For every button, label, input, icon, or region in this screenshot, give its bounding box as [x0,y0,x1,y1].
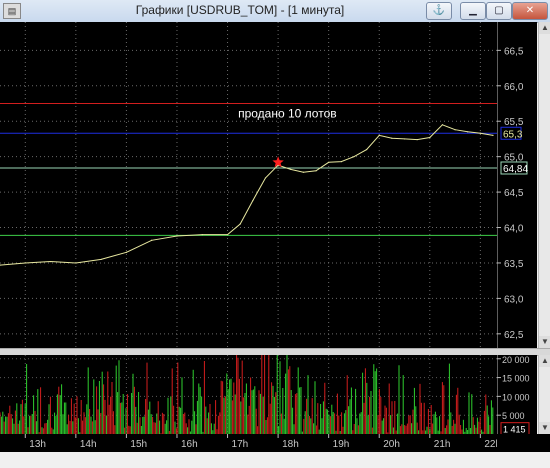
price-point [201,234,203,236]
time-tick-label: 18h [282,439,299,450]
price-point [239,223,241,225]
minimize-icon: ▁ [469,5,477,16]
minimize-button[interactable]: ▁ [460,2,486,20]
price-point [49,260,52,263]
volume-tick-label: 20 000 [502,355,530,365]
volume-tick-label: 5 000 [502,411,525,421]
time-tick-label: 17h [232,439,249,450]
level-price-label: 64,84 [503,164,528,175]
bottom-strip [0,452,550,468]
time-tick-label: 14h [80,439,97,450]
volume-chart[interactable] [0,355,497,434]
volume-scrollbar[interactable]: ▲ ▼ [538,355,550,434]
time-tick-label: 16h [181,439,198,450]
scroll-up-arrow[interactable]: ▲ [539,22,550,34]
price-tick-label: 63,0 [504,294,524,305]
price-tick-label: 64,5 [504,188,524,199]
price-point [302,171,304,173]
price-point [75,262,77,264]
time-tick-label: 20h [383,439,400,450]
time-tick-label: 15h [130,439,147,450]
volume-tick-label: 15 000 [502,374,530,384]
volume-chart-panel[interactable] [0,355,497,434]
price-point [492,134,494,136]
price-point [391,137,393,139]
anchor-icon: ⚓ [432,5,446,16]
time-axis: 13h 14h 15h 16h 17h 18h 19h 20h 21h 22h [24,434,501,450]
price-point [125,251,128,253]
price-point [429,136,431,139]
volume-axis-panel: 20 000 15 000 10 000 5 000 1 415 [496,355,537,436]
window-title: Графики [USDRUB_TOM] - [1 минута] [135,3,345,17]
price-tick-label: 66,0 [504,82,524,93]
price-point [151,239,153,241]
price-tick-label: 65,5 [504,117,524,128]
time-tick-label: 22h [484,439,497,450]
scroll-down-arrow[interactable]: ▼ [539,336,550,348]
close-icon: ✕ [525,5,535,16]
price-tick-label: 64,0 [504,224,524,235]
volume-axis: 20 000 15 000 10 000 5 000 1 415 [496,355,530,436]
price-point [479,132,481,134]
title-bar[interactable]: ▤ Графики [USDRUB_TOM] - [1 минута] ⚓ ▁ … [0,0,550,23]
axis-corner [497,434,550,452]
price-point [100,258,102,261]
price-tick-label: 63,5 [504,259,524,270]
price-point [416,139,418,141]
time-axis-panel: 13h 14h 15h 16h 17h 18h 19h 20h 21h 22h [0,434,501,452]
price-point [264,177,267,179]
restore-icon: ▢ [494,5,504,16]
price-point [403,138,406,140]
volume-scroll-down-arrow[interactable]: ▼ [539,422,550,434]
time-tick-label: 21h [434,439,451,450]
price-point [176,235,178,237]
price-point [467,131,469,133]
time-tick-label: 13h [29,439,46,450]
price-point [226,234,229,236]
volume-scroll-up-arrow[interactable]: ▲ [539,355,550,367]
price-chart[interactable]: продано 10 лотов [0,22,497,348]
price-chart-panel[interactable]: продано 10 лотов [0,22,497,348]
time-tick-label: 19h [333,439,350,450]
price-point [290,168,292,171]
price-point [441,124,444,126]
price-point [328,161,330,163]
volume-current-label: 1 415 [503,425,526,434]
price-point [378,134,380,136]
annotation-text: продано 10 лотов [238,107,337,121]
close-button[interactable]: ✕ [512,2,548,20]
price-point [315,170,317,172]
price-point [340,161,342,163]
volume-tick-label: 10 000 [502,392,530,402]
price-axis: 66,566,065,565,064,564,063,563,062,565,3… [496,22,528,348]
price-scrollbar[interactable]: ▲ ▼ [538,22,550,348]
price-tick-label: 66,5 [504,46,524,57]
price-line [0,124,494,266]
price-point [353,156,355,158]
price-point [252,199,254,202]
restore-button[interactable]: ▢ [486,2,512,20]
price-axis-panel: 66,5 66,0 65,5 65,0 64,5 64,0 63,5 63,0 62,5 65,3… [496,22,537,348]
anchor-button[interactable]: ⚓ [426,2,452,20]
current-price-label: 65,3 [503,129,523,140]
price-point [454,129,456,131]
price-point [365,148,368,151]
price-point [24,262,26,264]
price-tick-label: 62,5 [504,330,524,341]
